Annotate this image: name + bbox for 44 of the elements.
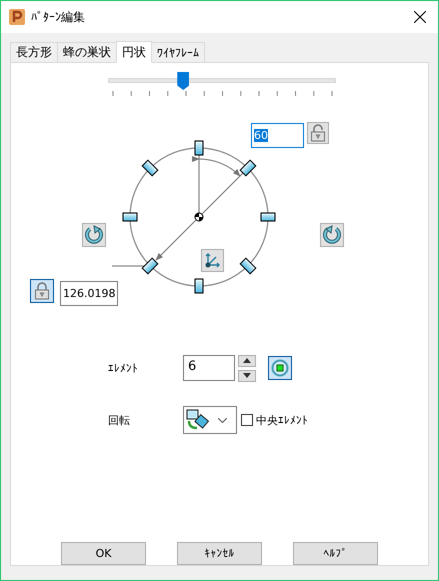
element-handle[interactable] — [260, 212, 276, 222]
tab[interactable]: ﾜｲﾔﾌﾚｰﾑ — [151, 42, 205, 62]
down-triangle-icon — [243, 373, 251, 378]
angle-field[interactable]: 60 — [251, 123, 304, 148]
rotate-left-button[interactable] — [82, 223, 106, 247]
axes-icon — [204, 252, 221, 269]
counterclockwise-arrow-icon — [84, 225, 104, 245]
axis-button[interactable] — [201, 249, 224, 272]
radius-field[interactable]: 126.0198 — [60, 281, 118, 306]
element-handle[interactable] — [240, 258, 256, 274]
center-point-icon — [194, 212, 204, 222]
slider[interactable] — [108, 72, 336, 90]
rotate-right-button[interactable] — [320, 223, 344, 247]
element-handle[interactable] — [142, 160, 158, 176]
element-handle[interactable] — [240, 160, 256, 176]
element-count-field[interactable]: 6 — [183, 355, 235, 381]
radius-lock-button[interactable] — [30, 279, 54, 303]
spin-down-button[interactable] — [238, 370, 256, 382]
element-handle[interactable] — [194, 140, 204, 156]
chevron-down-icon — [218, 418, 227, 422]
rotation-dropdown[interactable] — [183, 406, 237, 434]
element-handle[interactable] — [122, 212, 138, 222]
dialog-button[interactable]: OK — [61, 542, 146, 565]
app-logo-icon — [9, 9, 25, 25]
checkbox-label: 中央ｴﾚﾒﾝﾄ — [256, 412, 308, 428]
element-handle[interactable] — [194, 278, 204, 294]
padlock-icon — [34, 282, 50, 300]
angle-lock-button[interactable] — [307, 122, 329, 144]
target-icon — [271, 359, 289, 377]
up-triangle-icon — [243, 358, 251, 363]
rotation-label: 回転 — [108, 412, 131, 428]
window-title: ﾊﾟﾀｰﾝ編集 — [31, 8, 86, 26]
center-element-button[interactable] — [268, 356, 292, 380]
element-handle[interactable] — [142, 258, 158, 274]
tab[interactable]: 長方形 — [10, 42, 58, 62]
spin-up-button[interactable] — [238, 354, 256, 366]
clockwise-arrow-icon — [322, 225, 342, 245]
element-label: ｴﾚﾒﾝﾄ — [108, 362, 139, 374]
center-element-checkbox[interactable] — [241, 414, 253, 426]
dialog-button[interactable]: ﾍﾙﾌﾟ — [293, 542, 378, 565]
tab[interactable]: 円状 — [116, 41, 152, 63]
dialog-button[interactable]: ｷｬﾝｾﾙ — [177, 542, 262, 565]
slider-thumb[interactable] — [177, 72, 190, 90]
open-padlock-icon — [310, 124, 326, 142]
